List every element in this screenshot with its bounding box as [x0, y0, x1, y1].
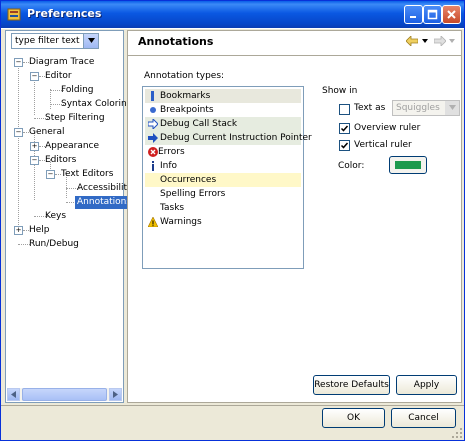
tree-item-help[interactable]: Help: [29, 224, 50, 237]
collapse-toggle[interactable]: −: [14, 58, 23, 67]
title-bar[interactable]: Preferences: [1, 1, 464, 28]
tree-item-appearance[interactable]: Appearance: [45, 140, 99, 153]
page-title: Annotations: [138, 35, 214, 48]
chevron-down-icon: [448, 105, 456, 110]
tree-item-general[interactable]: General: [29, 126, 64, 139]
scroll-right-button[interactable]: [109, 388, 122, 401]
cancel-button[interactable]: Cancel: [391, 408, 456, 428]
forward-arrow-icon: [433, 35, 447, 47]
error-icon: [148, 147, 158, 157]
minimize-button[interactable]: [404, 5, 423, 24]
ok-button[interactable]: OK: [322, 408, 385, 428]
tree-item-keys[interactable]: Keys: [45, 210, 66, 223]
bookmark-icon: [151, 91, 154, 101]
text-as-value: Squiggles: [396, 103, 440, 113]
resize-grip-icon[interactable]: [451, 427, 463, 439]
tree-item-run-debug[interactable]: Run/Debug: [29, 238, 79, 251]
list-item-errors[interactable]: Errors: [145, 145, 301, 159]
minimize-icon: [410, 16, 416, 18]
filter-placeholder: type filter text: [15, 36, 80, 46]
list-item-bookmarks[interactable]: Bookmarks: [145, 89, 301, 103]
expand-toggle[interactable]: +: [14, 226, 23, 235]
app-icon: [7, 8, 21, 21]
chevron-left-icon: [11, 391, 16, 398]
list-item-tasks[interactable]: Tasks: [145, 201, 301, 215]
preference-tree-pane: type filter text − − − + − − + Diagram T…: [5, 30, 134, 403]
scroll-left-button[interactable]: [7, 388, 20, 401]
maximize-icon: [427, 9, 438, 20]
tree-item-annotations[interactable]: Annotations: [75, 196, 134, 209]
window-title: Preferences: [27, 7, 102, 20]
chevron-right-icon: [113, 391, 118, 398]
color-label: Color:: [338, 161, 365, 171]
close-icon: [447, 10, 456, 19]
tree-item-syntax-coloring[interactable]: Syntax Coloring: [61, 98, 132, 111]
vertical-ruler-checkbox[interactable]: [339, 140, 350, 151]
preferences-window: Preferences type filter text − − − + − −…: [0, 0, 465, 441]
list-item-debug-call-stack[interactable]: Debug Call Stack: [145, 117, 301, 131]
filter-input[interactable]: type filter text: [11, 33, 99, 49]
list-item-spelling-errors[interactable]: Spelling Errors: [145, 187, 301, 201]
tree-item-text-editors[interactable]: Text Editors: [61, 168, 113, 181]
arrow-right-icon: [148, 119, 158, 129]
tree-item-editors[interactable]: Editors: [45, 154, 76, 167]
history-nav: [405, 35, 455, 47]
tree-horizontal-scrollbar[interactable]: [7, 388, 122, 401]
tree-item-folding[interactable]: Folding: [61, 84, 94, 97]
text-as-select[interactable]: Squiggles: [392, 100, 460, 116]
checkmark-icon: [340, 125, 349, 132]
tree-item-diagram-trace[interactable]: Diagram Trace: [29, 56, 94, 69]
apply-button[interactable]: Apply: [396, 375, 457, 395]
annotation-types-list[interactable]: Bookmarks Breakpoints Debug Call Stack D…: [142, 86, 312, 269]
list-item-debug-current-instruction-pointer[interactable]: Debug Current Instruction Pointer: [145, 131, 312, 145]
text-as-label: Text as: [354, 103, 386, 113]
expand-toggle[interactable]: +: [30, 142, 39, 151]
chevron-down-icon[interactable]: [421, 39, 428, 43]
checkmark-icon: [340, 142, 349, 149]
maximize-button[interactable]: [423, 5, 442, 24]
breakpoint-icon: [150, 107, 156, 113]
restore-defaults-button[interactable]: Restore Defaults: [313, 375, 390, 395]
close-button[interactable]: [442, 5, 461, 24]
collapse-toggle[interactable]: −: [46, 170, 55, 179]
color-swatch: [395, 161, 421, 169]
list-item-occurrences[interactable]: Occurrences: [145, 173, 301, 187]
chevron-down-icon: [87, 38, 95, 43]
scroll-thumb[interactable]: [22, 388, 107, 401]
collapse-toggle[interactable]: −: [14, 128, 23, 137]
annotation-types-label: Annotation types:: [144, 71, 225, 81]
annotations-page: Annotations Annotation types: Bookmarks …: [127, 30, 462, 403]
text-as-checkbox[interactable]: [339, 104, 350, 115]
overview-ruler-label: Overview ruler: [354, 123, 421, 133]
list-item-warnings[interactable]: Warnings: [145, 215, 301, 229]
warning-icon: [148, 217, 158, 227]
text-as-dropdown-button[interactable]: [445, 101, 459, 115]
collapse-toggle[interactable]: −: [30, 156, 39, 165]
collapse-toggle[interactable]: −: [30, 72, 39, 81]
list-item-info[interactable]: Info: [145, 159, 301, 173]
filter-dropdown-button[interactable]: [83, 34, 98, 48]
color-picker-button[interactable]: [389, 156, 427, 174]
overview-ruler-checkbox[interactable]: [339, 123, 350, 134]
show-in-label: Show in: [322, 86, 358, 96]
back-arrow-icon[interactable]: [405, 35, 419, 47]
vertical-ruler-label: Vertical ruler: [354, 140, 412, 150]
arrow-right-icon: [148, 133, 158, 143]
tree-item-editor[interactable]: Editor: [45, 70, 72, 83]
tree-item-accessibility[interactable]: Accessibility: [77, 182, 132, 195]
chevron-down-icon: [449, 39, 455, 43]
tree-item-step-filtering[interactable]: Step Filtering: [45, 112, 105, 125]
list-item-breakpoints[interactable]: Breakpoints: [145, 103, 301, 117]
info-icon: [152, 161, 154, 171]
